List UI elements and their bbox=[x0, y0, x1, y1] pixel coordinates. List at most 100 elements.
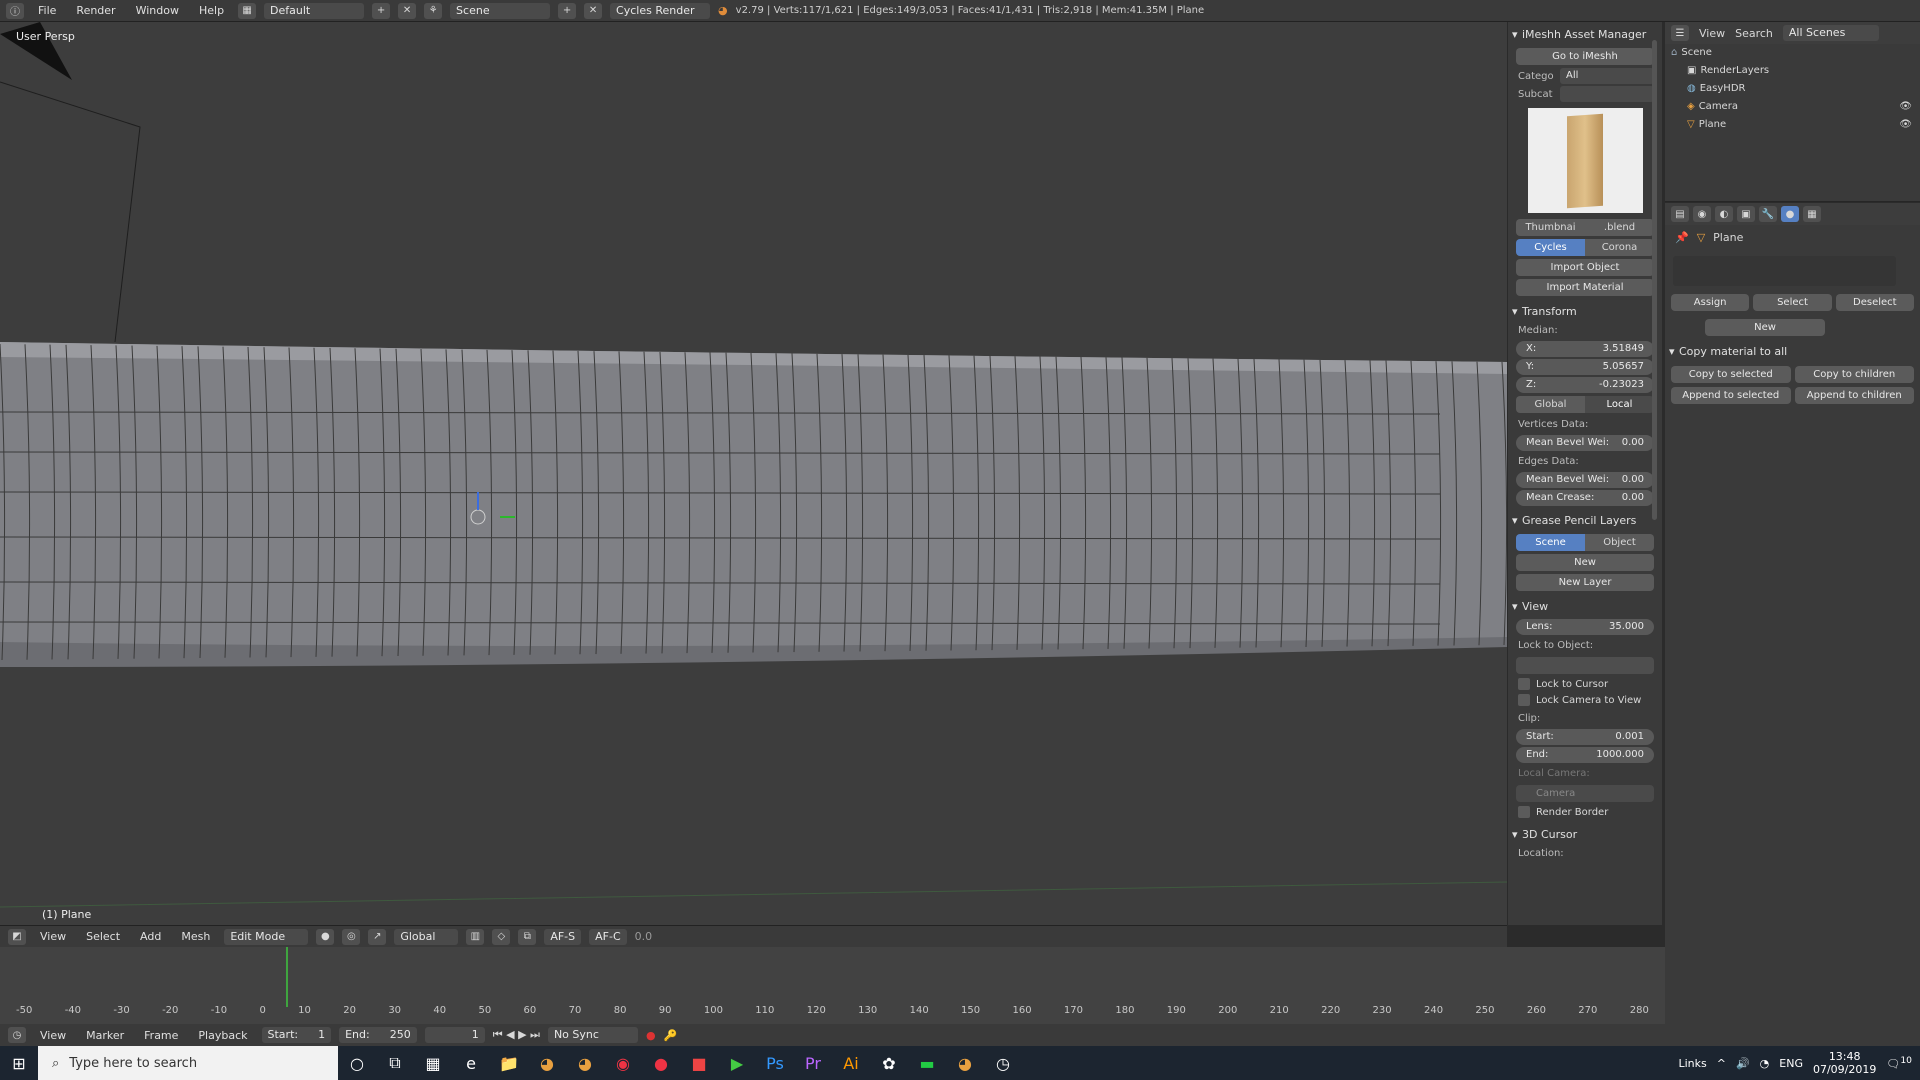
render-engine-selector[interactable]: Cycles Render bbox=[610, 2, 711, 19]
menu-mesh[interactable]: Mesh bbox=[175, 930, 216, 943]
current-frame-field[interactable]: 1 bbox=[424, 1027, 485, 1043]
photoshop-icon[interactable]: Ps bbox=[756, 1046, 794, 1080]
tl-menu-frame[interactable]: Frame bbox=[138, 1029, 184, 1042]
grease-new-button[interactable]: New bbox=[1516, 554, 1654, 571]
remove-layout-icon[interactable]: ✕ bbox=[398, 2, 417, 19]
menu-render[interactable]: Render bbox=[70, 4, 121, 17]
material-tab-icon[interactable]: ● bbox=[1781, 206, 1799, 222]
blender-icon[interactable]: ◕ bbox=[528, 1046, 566, 1080]
outliner-item-scene[interactable]: ⌂ Scene bbox=[1665, 44, 1920, 62]
tl-menu-view[interactable]: View bbox=[34, 1029, 72, 1042]
menu-view[interactable]: View bbox=[34, 930, 72, 943]
blender-active-icon[interactable]: ◕ bbox=[566, 1046, 604, 1080]
add-scene-icon[interactable]: + bbox=[558, 2, 577, 19]
new-material-button[interactable]: New bbox=[1705, 319, 1825, 336]
grease-object-button[interactable]: Object bbox=[1585, 534, 1654, 551]
timeline[interactable]: -50 -40 -30 -20 -10 0 10 20 30 40 50 60 70 80 90 100 110… bbox=[0, 947, 1665, 1034]
mode-selector[interactable]: Edit Mode bbox=[224, 928, 309, 945]
orientation-selector[interactable]: Global bbox=[394, 928, 459, 945]
layout-selector[interactable]: Default bbox=[264, 2, 365, 19]
go-to-imeshh-button[interactable]: Go to iMeshh bbox=[1516, 48, 1654, 65]
world-tab-icon[interactable]: ◐ bbox=[1715, 206, 1733, 222]
af-s-button[interactable]: AF-S bbox=[544, 928, 582, 945]
sync-selector[interactable]: No Sync bbox=[547, 1027, 638, 1043]
local-button[interactable]: Local bbox=[1585, 396, 1654, 413]
play-app-icon[interactable]: ▶ bbox=[718, 1046, 756, 1080]
file-explorer-icon[interactable]: 📁 bbox=[490, 1046, 528, 1080]
shading-icon[interactable]: ● bbox=[316, 928, 335, 945]
volume-icon[interactable]: 🔊 bbox=[1736, 1057, 1750, 1070]
median-x-field[interactable]: X: 3.51849 bbox=[1516, 341, 1654, 357]
clip-start-field[interactable]: Start: 0.001 bbox=[1516, 729, 1654, 745]
transform-title[interactable]: Transform bbox=[1508, 299, 1662, 322]
layout-icon[interactable]: ▦ bbox=[238, 2, 257, 19]
menu-window[interactable]: Window bbox=[130, 4, 185, 17]
render-border-checkbox[interactable]: Render Border bbox=[1518, 806, 1652, 818]
clock[interactable]: 13:48 07/09/2019 bbox=[1813, 1050, 1876, 1076]
chrome-icon[interactable]: ◉ bbox=[604, 1046, 642, 1080]
keying-icon[interactable]: 🔑 bbox=[664, 1029, 678, 1042]
layers-icon[interactable]: ▥ bbox=[466, 928, 485, 945]
3d-viewport[interactable]: User Persp (1) Plane bbox=[0, 22, 1507, 925]
corona-button[interactable]: Corona bbox=[1585, 239, 1654, 256]
app-red-icon[interactable]: ● bbox=[642, 1046, 680, 1080]
outliner-item-easyhdr[interactable]: ◍ EasyHDR bbox=[1665, 80, 1920, 98]
menu-add[interactable]: Add bbox=[134, 930, 167, 943]
tray-chevron-icon[interactable]: ^ bbox=[1717, 1057, 1726, 1070]
grease-pencil-title[interactable]: Grease Pencil Layers bbox=[1508, 508, 1662, 531]
mean-bevel-vertex-field[interactable]: Mean Bevel Wei: 0.00 bbox=[1516, 435, 1654, 451]
notification-icon[interactable]: 🗨10 bbox=[1886, 1055, 1912, 1071]
outliner-view-menu[interactable]: View bbox=[1699, 27, 1725, 40]
outliner-search-menu[interactable]: Search bbox=[1735, 27, 1773, 40]
app-multicolor-icon[interactable]: ✿ bbox=[870, 1046, 908, 1080]
start-frame-field[interactable]: Start: 1 bbox=[261, 1027, 332, 1043]
outliner-filter-selector[interactable]: All Scenes bbox=[1782, 25, 1879, 41]
lock-to-cursor-checkbox[interactable]: Lock to Cursor bbox=[1518, 678, 1652, 690]
view-section-title[interactable]: View bbox=[1508, 594, 1662, 617]
edge-icon[interactable]: e bbox=[452, 1046, 490, 1080]
af-c-button[interactable]: AF-C bbox=[589, 928, 627, 945]
median-y-field[interactable]: Y: 5.05657 bbox=[1516, 359, 1654, 375]
render-tab-icon[interactable]: ▤ bbox=[1671, 206, 1689, 222]
pivot-icon[interactable]: ◎ bbox=[342, 928, 361, 945]
menu-file[interactable]: File bbox=[32, 4, 62, 17]
tl-menu-playback[interactable]: Playback bbox=[192, 1029, 253, 1042]
calculator-icon[interactable]: ▦ bbox=[414, 1046, 452, 1080]
lock-camera-checkbox[interactable]: Lock Camera to View bbox=[1518, 694, 1652, 706]
app-green-icon[interactable]: ▬ bbox=[908, 1046, 946, 1080]
pin-icon[interactable]: 📌 bbox=[1675, 231, 1689, 244]
outliner-item-plane[interactable]: ▽ Plane 👁 bbox=[1665, 116, 1920, 134]
blender-info-icon[interactable]: ⓘ bbox=[6, 2, 24, 19]
outliner-item-camera[interactable]: ◈ Camera 👁 bbox=[1665, 98, 1920, 116]
mean-bevel-edge-field[interactable]: Mean Bevel Wei: 0.00 bbox=[1516, 472, 1654, 488]
lens-field[interactable]: Lens: 35.000 bbox=[1516, 619, 1654, 635]
menu-help[interactable]: Help bbox=[193, 4, 230, 17]
category-selector[interactable]: All bbox=[1560, 68, 1654, 84]
wifi-icon[interactable]: ◔ bbox=[1760, 1057, 1770, 1070]
deselect-button[interactable]: Deselect bbox=[1835, 294, 1914, 311]
local-camera-field[interactable]: Camera bbox=[1516, 785, 1654, 802]
thumbnail-button[interactable]: Thumbnai bbox=[1516, 219, 1585, 236]
scene-icon[interactable]: ⚘ bbox=[424, 2, 443, 19]
outliner-item-renderlayers[interactable]: ▣ RenderLayers bbox=[1665, 62, 1920, 80]
append-to-selected-button[interactable]: Append to selected bbox=[1671, 387, 1791, 404]
scene-selector[interactable]: Scene bbox=[450, 2, 551, 19]
select-button[interactable]: Select bbox=[1753, 294, 1832, 311]
assign-button[interactable]: Assign bbox=[1671, 294, 1750, 311]
cortana-icon[interactable]: ○ bbox=[338, 1046, 376, 1080]
playback-controls[interactable]: ⏮ ◀ ▶ ⏭ bbox=[493, 1028, 540, 1042]
median-z-field[interactable]: Z: -0.23023 bbox=[1516, 377, 1654, 393]
editor-type-icon[interactable]: ◩ bbox=[8, 928, 26, 945]
grease-scene-button[interactable]: Scene bbox=[1516, 534, 1585, 551]
global-button[interactable]: Global bbox=[1516, 396, 1585, 413]
snap-icon[interactable]: ⧉ bbox=[518, 928, 537, 945]
material-slots-list[interactable] bbox=[1673, 256, 1896, 286]
clip-end-field[interactable]: End: 1000.000 bbox=[1516, 747, 1654, 763]
premiere-icon[interactable]: Pr bbox=[794, 1046, 832, 1080]
texture-tab-icon[interactable]: ▦ bbox=[1803, 206, 1821, 222]
language-indicator[interactable]: ENG bbox=[1779, 1057, 1803, 1070]
lock-object-field[interactable] bbox=[1516, 657, 1654, 674]
end-frame-field[interactable]: End: 250 bbox=[339, 1027, 417, 1043]
npanel-scrollbar[interactable] bbox=[1652, 40, 1657, 520]
manipulator-icon[interactable]: ↗ bbox=[368, 928, 387, 945]
